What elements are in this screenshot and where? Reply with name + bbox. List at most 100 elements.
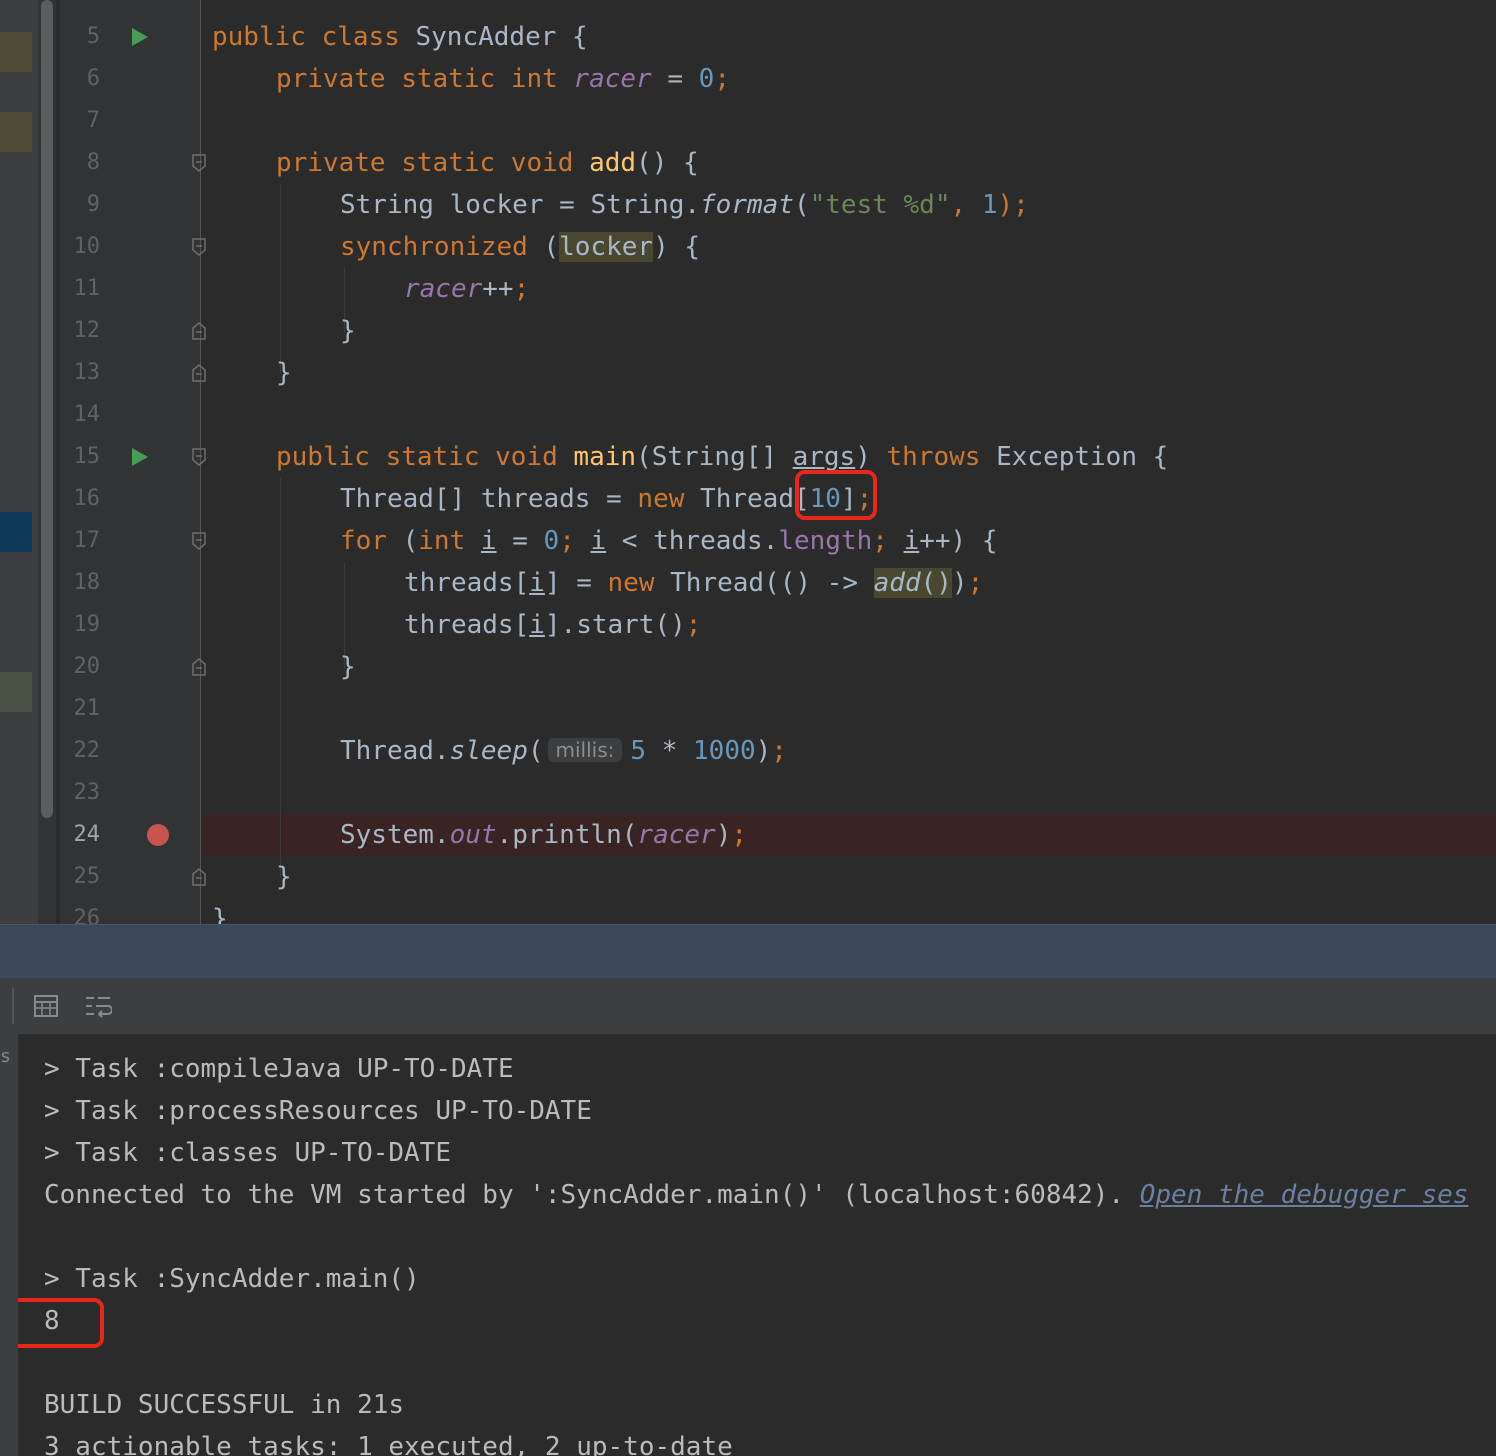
fold-icon[interactable] xyxy=(192,448,206,466)
code-line-5[interactable]: public class SyncAdder { xyxy=(212,16,588,58)
annotation-box xyxy=(795,470,877,520)
code-line-15[interactable]: public static void main(String[] args) t… xyxy=(276,436,1168,478)
breakpoint-icon[interactable] xyxy=(147,824,169,846)
code-token: racer xyxy=(637,820,716,850)
code-token: ( xyxy=(793,190,810,220)
code-line-22[interactable]: Thread.sleep(millis: 5 * 1000); xyxy=(340,730,787,772)
line-number: 11 xyxy=(73,276,101,301)
code-token: threads[ xyxy=(404,610,530,640)
line-number: 19 xyxy=(73,612,101,637)
console-line: BUILD SUCCESSFUL in 21s xyxy=(44,1390,405,1420)
code-token: i xyxy=(590,526,607,556)
code-line-11[interactable]: racer++; xyxy=(404,268,529,310)
strip-marker xyxy=(0,512,32,552)
console-text: Connected to the VM started by ':SyncAdd… xyxy=(44,1180,1140,1210)
code-token: Exception { xyxy=(996,442,1169,472)
toolbar-separator xyxy=(12,988,14,1024)
code-line-13[interactable]: } xyxy=(276,352,292,394)
code-token: format xyxy=(700,190,794,220)
line-number: 16 xyxy=(73,486,101,511)
code-line-6[interactable]: private static int racer = 0; xyxy=(276,58,730,100)
code-token: (String[] xyxy=(636,442,793,472)
code-token: i xyxy=(529,568,545,598)
code-token: Thread. xyxy=(340,736,450,766)
code-line-9[interactable]: String locker = String.format("test %d",… xyxy=(340,184,1029,226)
run-console[interactable]: > Task :compileJava UP-TO-DATE > Task :p… xyxy=(18,1034,1496,1456)
fold-end-icon[interactable] xyxy=(192,364,206,382)
code-token: ; xyxy=(872,526,904,556)
code-token: ) xyxy=(715,820,732,850)
code-token: ; xyxy=(771,736,787,766)
code-line-17[interactable]: for (int i = 0; i < threads.length; i++)… xyxy=(340,520,998,562)
line-number: 9 xyxy=(86,192,100,217)
code-line-24[interactable]: System.out.println(racer); xyxy=(340,814,747,856)
code-token: i xyxy=(480,526,497,556)
strip-marker xyxy=(0,672,32,712)
fold-end-icon[interactable] xyxy=(192,868,206,886)
fold-icon[interactable] xyxy=(192,154,206,172)
code-token: ) xyxy=(855,442,887,472)
code-line-12[interactable]: } xyxy=(340,310,356,352)
vertical-scrollbar[interactable] xyxy=(38,0,56,924)
fold-icon[interactable] xyxy=(192,532,206,550)
code-editor[interactable]: 5 6 7 8 9 10 11 12 13 14 15 16 17 18 19 … xyxy=(0,0,1496,924)
console-side-strip: s xyxy=(0,1034,18,1456)
code-line-18[interactable]: threads[i] = new Thread(() -> add()); xyxy=(404,562,983,604)
code-token: Thread(() -> xyxy=(670,568,874,598)
line-number: 12 xyxy=(73,318,101,343)
strip-marker xyxy=(0,32,32,72)
indent-guide xyxy=(280,184,281,374)
code-token: private static void xyxy=(276,148,590,178)
code-token: public class xyxy=(212,22,416,52)
console-line: > Task :SyncAdder.main() xyxy=(44,1264,420,1294)
code-token: System. xyxy=(340,820,450,850)
line-number-current: 24 xyxy=(73,822,101,847)
code-token: ) xyxy=(951,568,968,598)
code-token: () { xyxy=(636,148,699,178)
code-token: ( xyxy=(527,736,544,766)
code-token: = xyxy=(651,64,699,94)
code-token: out xyxy=(449,820,497,850)
panel-splitter[interactable] xyxy=(0,924,1496,979)
soft-wrap-icon[interactable] xyxy=(84,994,113,1018)
run-icon[interactable] xyxy=(132,28,148,46)
console-line: > Task :processResources UP-TO-DATE xyxy=(44,1096,592,1126)
line-number: 14 xyxy=(73,402,101,427)
code-token-highlighted: locker xyxy=(559,232,654,262)
code-line-19[interactable]: threads[i].start(); xyxy=(404,604,701,646)
code-token: i xyxy=(529,610,545,640)
code-token: 5 xyxy=(630,736,647,766)
parameter-hint: millis: xyxy=(547,738,623,762)
code-token: for xyxy=(340,526,403,556)
fold-icon[interactable] xyxy=(192,238,206,256)
code-token: threads[ xyxy=(404,568,530,598)
code-line-8[interactable]: private static void add() { xyxy=(276,142,699,184)
code-token-highlighted: add xyxy=(873,568,921,598)
code-token: ] = xyxy=(544,568,608,598)
scrollbar-thumb[interactable] xyxy=(41,0,53,818)
code-token: throws xyxy=(886,442,997,472)
code-token-highlighted: () xyxy=(920,568,952,598)
table-icon[interactable] xyxy=(34,994,58,1018)
code-line-26[interactable]: } xyxy=(212,898,228,924)
line-number: 20 xyxy=(73,654,101,679)
code-token: ++) { xyxy=(919,526,998,556)
code-token: ( xyxy=(543,232,560,262)
console-line: > Task :compileJava UP-TO-DATE xyxy=(44,1054,514,1084)
indent-guide xyxy=(280,478,281,878)
line-number: 26 xyxy=(73,906,101,924)
line-number: 8 xyxy=(86,150,100,175)
fold-end-icon[interactable] xyxy=(192,658,206,676)
code-line-20[interactable]: } xyxy=(340,646,356,688)
code-line-25[interactable]: } xyxy=(276,856,292,898)
code-token: 1000 xyxy=(693,736,756,766)
code-token: main xyxy=(573,442,637,472)
fold-end-icon[interactable] xyxy=(192,322,206,340)
run-icon[interactable] xyxy=(132,448,148,466)
code-token: ; xyxy=(513,274,530,304)
console-line: Connected to the VM started by ':SyncAdd… xyxy=(44,1174,1468,1216)
code-line-16[interactable]: Thread[] threads = new Thread[10]; xyxy=(340,478,872,520)
code-line-10[interactable]: synchronized (locker) { xyxy=(340,226,700,268)
debugger-session-link[interactable]: Open the debugger ses xyxy=(1140,1180,1469,1210)
left-tool-strip xyxy=(0,0,38,924)
